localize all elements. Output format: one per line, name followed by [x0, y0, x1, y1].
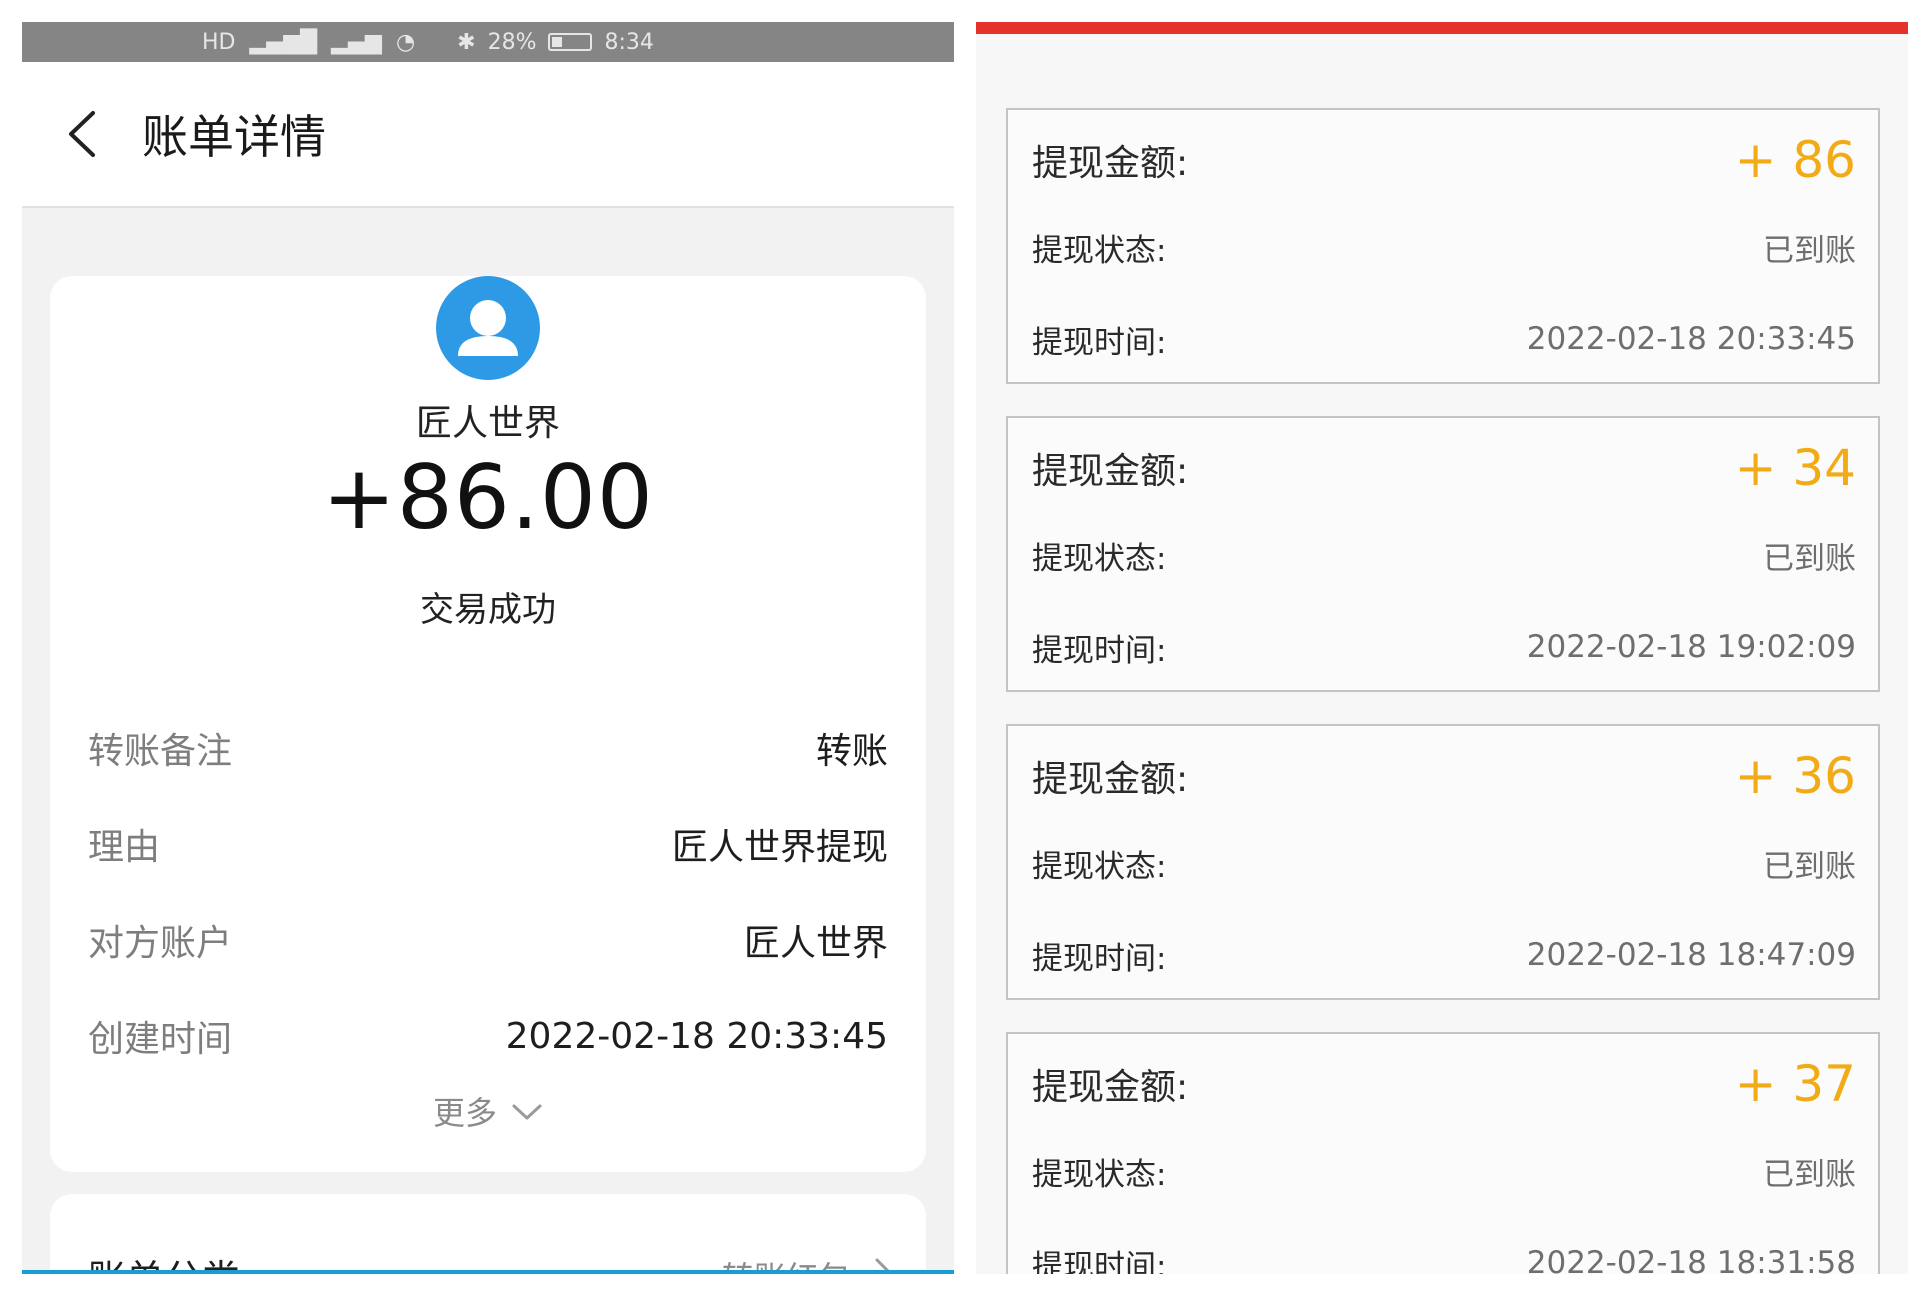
clock: 8:34 — [604, 29, 654, 55]
amount-label: 提现金额: — [1032, 1067, 1189, 1108]
withdrawal-time: 2022-02-18 20:33:45 — [1526, 321, 1856, 357]
withdrawal-amount: + 86 — [1734, 131, 1856, 189]
bill-summary-card: 匠人世界 +86.00 交易成功 转账备注 转账 理由 匠人世界提现 对方账户 … — [50, 276, 926, 1172]
status-row: 提现状态: 已到账 — [1032, 1146, 1856, 1196]
withdrawal-amount: + 34 — [1734, 439, 1856, 497]
bottom-accent-line — [22, 1270, 954, 1274]
transaction-amount: +86.00 — [322, 446, 654, 549]
chevron-down-icon — [511, 1092, 543, 1130]
detail-label: 转账备注 — [88, 731, 233, 772]
time-row: 提现时间: 2022-02-18 20:33:45 — [1032, 314, 1856, 364]
detail-label: 创建时间 — [88, 1019, 233, 1060]
wifi-icon: ◔ — [395, 29, 416, 55]
time-label: 提现时间: — [1032, 632, 1167, 669]
time-label: 提现时间: — [1032, 1248, 1167, 1275]
back-arrow-icon[interactable] — [52, 104, 112, 164]
top-red-bar — [976, 22, 1908, 34]
detail-row-counterparty: 对方账户 匠人世界 — [88, 910, 888, 970]
time-row: 提现时间: 2022-02-18 18:31:58 — [1032, 1238, 1856, 1274]
withdrawal-record-card: 提现金额: + 86 提现状态: 已到账 提现时间: 2022-02-18 20… — [1006, 108, 1880, 384]
detail-value: 2022-02-18 20:33:45 — [505, 1015, 888, 1057]
signal-icon-2: ▂▄▆ — [331, 29, 382, 55]
more-button[interactable]: 更多 — [50, 1088, 926, 1134]
more-label: 更多 — [432, 1094, 497, 1132]
bluetooth-icon: ✱ — [457, 29, 476, 55]
status-row: 提现状态: 已到账 — [1032, 530, 1856, 580]
time-row: 提现时间: 2022-02-18 19:02:09 — [1032, 622, 1856, 672]
status-row: 提现状态: 已到账 — [1032, 838, 1856, 888]
status-row: 提现状态: 已到账 — [1032, 222, 1856, 272]
page-title: 账单详情 — [142, 110, 326, 164]
status-label: 提现状态: — [1032, 1156, 1167, 1193]
detail-value: 转账 — [815, 731, 888, 772]
amount-row: 提现金额: + 37 — [1032, 1054, 1856, 1114]
amount-label: 提现金额: — [1032, 143, 1189, 184]
status-label: 提现状态: — [1032, 848, 1167, 885]
status-bar-right: ✱ 28% 8:34 — [457, 30, 654, 55]
amount-row: 提现金额: + 36 — [1032, 746, 1856, 806]
detail-value: 匠人世界 — [743, 923, 888, 964]
app-bar: 账单详情 — [22, 62, 954, 208]
withdrawal-status: 已到账 — [1763, 1156, 1856, 1193]
withdrawal-status: 已到账 — [1763, 540, 1856, 577]
battery-percent: 28% — [487, 29, 537, 55]
battery-icon — [548, 33, 593, 51]
withdrawal-records-screen: 提现金额: + 86 提现状态: 已到账 提现时间: 2022-02-18 20… — [976, 22, 1908, 1274]
amount-row: 提现金额: + 86 — [1032, 130, 1856, 190]
withdrawal-time: 2022-02-18 18:31:58 — [1526, 1245, 1856, 1274]
bill-detail-screen: HD ▂▄▆█ ▂▄▆ ◔ ✱ 28% 8:34 账单详情 匠人世界 +86.0… — [22, 22, 954, 1274]
avatar-icon — [436, 276, 540, 380]
withdrawal-status: 已到账 — [1763, 232, 1856, 269]
time-row: 提现时间: 2022-02-18 18:47:09 — [1032, 930, 1856, 980]
hd-indicator: HD — [202, 29, 236, 55]
status-label: 提现状态: — [1032, 540, 1167, 577]
detail-label: 对方账户 — [88, 923, 233, 964]
time-label: 提现时间: — [1032, 940, 1167, 977]
amount-label: 提现金额: — [1032, 451, 1189, 492]
withdrawal-amount: + 36 — [1734, 747, 1856, 805]
time-label: 提现时间: — [1032, 324, 1167, 361]
detail-value: 匠人世界提现 — [671, 827, 888, 868]
transaction-status: 交易成功 — [420, 590, 556, 630]
amount-label: 提现金额: — [1032, 759, 1189, 800]
detail-row-remark: 转账备注 转账 — [88, 718, 888, 778]
withdrawal-amount: + 37 — [1734, 1055, 1856, 1113]
bill-category-card[interactable]: 账单分类 转账红包 — [50, 1194, 926, 1274]
withdrawal-record-card: 提现金额: + 36 提现状态: 已到账 提现时间: 2022-02-18 18… — [1006, 724, 1880, 1000]
withdrawal-time: 2022-02-18 19:02:09 — [1526, 629, 1856, 665]
detail-row-reason: 理由 匠人世界提现 — [88, 814, 888, 874]
withdrawal-record-card: 提现金额: + 34 提现状态: 已到账 提现时间: 2022-02-18 19… — [1006, 416, 1880, 692]
withdrawal-record-card: 提现金额: + 37 提现状态: 已到账 提现时间: 2022-02-18 18… — [1006, 1032, 1880, 1274]
status-label: 提现状态: — [1032, 232, 1167, 269]
amount-row: 提现金额: + 34 — [1032, 438, 1856, 498]
withdrawal-time: 2022-02-18 18:47:09 — [1526, 937, 1856, 973]
signal-icon: ▂▄▆█ — [249, 29, 318, 55]
withdrawal-status: 已到账 — [1763, 848, 1856, 885]
detail-row-created-time: 创建时间 2022-02-18 20:33:45 — [88, 1006, 888, 1066]
status-bar: HD ▂▄▆█ ▂▄▆ ◔ ✱ 28% 8:34 — [22, 22, 954, 62]
screenshot-stage: HD ▂▄▆█ ▂▄▆ ◔ ✱ 28% 8:34 账单详情 匠人世界 +86.0… — [0, 0, 1920, 1294]
counterparty-name: 匠人世界 — [415, 403, 560, 444]
detail-label: 理由 — [88, 827, 161, 868]
